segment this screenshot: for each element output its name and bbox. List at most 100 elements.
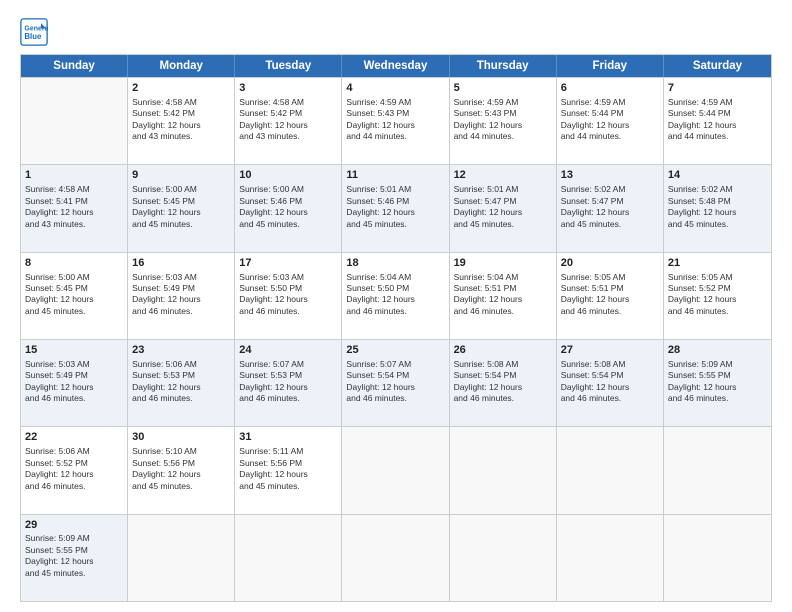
cal-cell-empty [342, 427, 449, 513]
header-day-monday: Monday [128, 55, 235, 77]
sunrise: Sunrise: 5:10 AM [132, 446, 197, 456]
cal-cell-day-22: 22Sunrise: 5:06 AMSunset: 5:52 PMDayligh… [21, 427, 128, 513]
daylight: Daylight: 12 hoursand 46 minutes. [668, 294, 737, 315]
sunset: Sunset: 5:47 PM [561, 196, 624, 206]
day-number: 24 [239, 343, 337, 358]
daylight: Daylight: 12 hoursand 45 minutes. [561, 207, 630, 228]
logo: General Blue [20, 18, 52, 46]
daylight: Daylight: 12 hoursand 45 minutes. [239, 469, 308, 490]
cal-cell-day-12: 12Sunrise: 5:01 AMSunset: 5:47 PMDayligh… [450, 165, 557, 251]
day-number: 28 [668, 343, 767, 358]
sunset: Sunset: 5:52 PM [668, 283, 731, 293]
cal-cell-day-4: 4Sunrise: 4:59 AMSunset: 5:43 PMDaylight… [342, 78, 449, 164]
cal-cell-day-14: 14Sunrise: 5:02 AMSunset: 5:48 PMDayligh… [664, 165, 771, 251]
daylight: Daylight: 12 hoursand 46 minutes. [561, 382, 630, 403]
day-number: 17 [239, 256, 337, 271]
sunrise: Sunrise: 5:06 AM [132, 359, 197, 369]
daylight: Daylight: 12 hoursand 46 minutes. [454, 382, 523, 403]
sunrise: Sunrise: 4:59 AM [454, 97, 519, 107]
day-number: 31 [239, 430, 337, 445]
header-day-thursday: Thursday [450, 55, 557, 77]
sunset: Sunset: 5:53 PM [239, 370, 302, 380]
sunset: Sunset: 5:54 PM [346, 370, 409, 380]
sunset: Sunset: 5:49 PM [132, 283, 195, 293]
sunrise: Sunrise: 5:02 AM [561, 184, 626, 194]
day-number: 14 [668, 168, 767, 183]
sunset: Sunset: 5:49 PM [25, 370, 88, 380]
cal-cell-day-13: 13Sunrise: 5:02 AMSunset: 5:47 PMDayligh… [557, 165, 664, 251]
daylight: Daylight: 12 hoursand 45 minutes. [132, 469, 201, 490]
cal-cell-day-23: 23Sunrise: 5:06 AMSunset: 5:53 PM Dayligh… [128, 340, 235, 426]
cal-cell-day-6: 6Sunrise: 4:59 AMSunset: 5:44 PMDaylight… [557, 78, 664, 164]
cal-cell-day-30: 30Sunrise: 5:10 AMSunset: 5:56 PMDayligh… [128, 427, 235, 513]
cal-cell-empty [557, 427, 664, 513]
sunrise: Sunrise: 5:07 AM [239, 359, 304, 369]
daylight: Daylight: 12 hoursand 46 minutes. [132, 382, 201, 403]
cal-cell-empty [450, 515, 557, 601]
daylight: Daylight: 12 hoursand 46 minutes. [239, 382, 308, 403]
cal-cell-day-19: 19Sunrise: 5:04 AMSunset: 5:51 PMDayligh… [450, 253, 557, 339]
header-day-saturday: Saturday [664, 55, 771, 77]
sunrise: Sunrise: 4:59 AM [561, 97, 626, 107]
sunrise: Sunrise: 5:03 AM [239, 272, 304, 282]
sunrise: Sunrise: 5:00 AM [25, 272, 90, 282]
day-number: 18 [346, 256, 444, 271]
cal-cell-day-21: 21Sunrise: 5:05 AMSunset: 5:52 PMDayligh… [664, 253, 771, 339]
cal-cell-day-3: 3Sunrise: 4:58 AMSunset: 5:42 PMDaylight… [235, 78, 342, 164]
cal-row-4: 22Sunrise: 5:06 AMSunset: 5:52 PMDayligh… [21, 426, 771, 513]
daylight: Daylight: 12 hoursand 45 minutes. [668, 207, 737, 228]
sunset: Sunset: 5:46 PM [239, 196, 302, 206]
day-number: 1 [25, 168, 123, 183]
sunset: Sunset: 5:43 PM [454, 108, 517, 118]
sunset: Sunset: 5:56 PM [132, 458, 195, 468]
cal-cell-day-24: 24Sunrise: 5:07 AMSunset: 5:53 PM Dayligh… [235, 340, 342, 426]
sunset: Sunset: 5:55 PM [25, 545, 88, 555]
daylight: Daylight: 12 hoursand 43 minutes. [239, 120, 308, 141]
daylight: Daylight: 12 hoursand 46 minutes. [239, 294, 308, 315]
daylight: Daylight: 12 hoursand 46 minutes. [561, 294, 630, 315]
daylight: Daylight: 12 hoursand 45 minutes. [346, 207, 415, 228]
sunrise: Sunrise: 5:02 AM [668, 184, 733, 194]
day-number: 12 [454, 168, 552, 183]
day-number: 20 [561, 256, 659, 271]
sunset: Sunset: 5:42 PM [239, 108, 302, 118]
logo-icon: General Blue [20, 18, 48, 46]
sunrise: Sunrise: 5:06 AM [25, 446, 90, 456]
cal-cell-day-27: 27Sunrise: 5:08 AMSunset: 5:54 PMDayligh… [557, 340, 664, 426]
cal-cell-day-10: 10Sunrise: 5:00 AMSunset: 5:46 PMDayligh… [235, 165, 342, 251]
sunrise: Sunrise: 5:07 AM [346, 359, 411, 369]
cal-cell-day-5: 5Sunrise: 4:59 AMSunset: 5:43 PM Daylight… [450, 78, 557, 164]
sunset: Sunset: 5:53 PM [132, 370, 195, 380]
daylight: Daylight: 12 hoursand 44 minutes. [454, 120, 523, 141]
sunset: Sunset: 5:50 PM [346, 283, 409, 293]
cal-cell-day-7: 7Sunrise: 4:59 AMSunset: 5:44 PMDaylight… [664, 78, 771, 164]
daylight: Daylight: 12 hoursand 44 minutes. [561, 120, 630, 141]
cal-row-5: 29Sunrise: 5:09 AMSunset: 5:55 PMDayligh… [21, 514, 771, 601]
cal-cell-day-28: 28Sunrise: 5:09 AMSunset: 5:55 PMDayligh… [664, 340, 771, 426]
day-number: 27 [561, 343, 659, 358]
cal-cell-empty [342, 515, 449, 601]
daylight: Daylight: 12 hoursand 44 minutes. [346, 120, 415, 141]
day-number: 19 [454, 256, 552, 271]
cal-row-3: 15Sunrise: 5:03 AMSunset: 5:49 PMDayligh… [21, 339, 771, 426]
page: General Blue SundayMondayTuesdayWednesda… [0, 0, 792, 612]
day-number: 6 [561, 81, 659, 96]
sunrise: Sunrise: 4:59 AM [346, 97, 411, 107]
day-number: 5 [454, 81, 552, 96]
daylight: Daylight: 12 hoursand 46 minutes. [132, 294, 201, 315]
day-number: 23 [132, 343, 230, 358]
cal-cell-day-25: 25Sunrise: 5:07 AMSunset: 5:54 PMDayligh… [342, 340, 449, 426]
day-number: 16 [132, 256, 230, 271]
daylight: Daylight: 12 hoursand 43 minutes. [25, 207, 94, 228]
sunrise: Sunrise: 5:05 AM [561, 272, 626, 282]
sunrise: Sunrise: 5:08 AM [561, 359, 626, 369]
cal-cell-day-11: 11Sunrise: 5:01 AMSunset: 5:46 PMDayligh… [342, 165, 449, 251]
daylight: Daylight: 12 hoursand 46 minutes. [346, 294, 415, 315]
sunrise: Sunrise: 5:00 AM [132, 184, 197, 194]
sunset: Sunset: 5:51 PM [454, 283, 517, 293]
cal-cell-day-17: 17Sunrise: 5:03 AMSunset: 5:50 PMDayligh… [235, 253, 342, 339]
sunset: Sunset: 5:41 PM [25, 196, 88, 206]
svg-text:Blue: Blue [24, 32, 42, 41]
sunrise: Sunrise: 4:58 AM [25, 184, 90, 194]
sunset: Sunset: 5:51 PM [561, 283, 624, 293]
